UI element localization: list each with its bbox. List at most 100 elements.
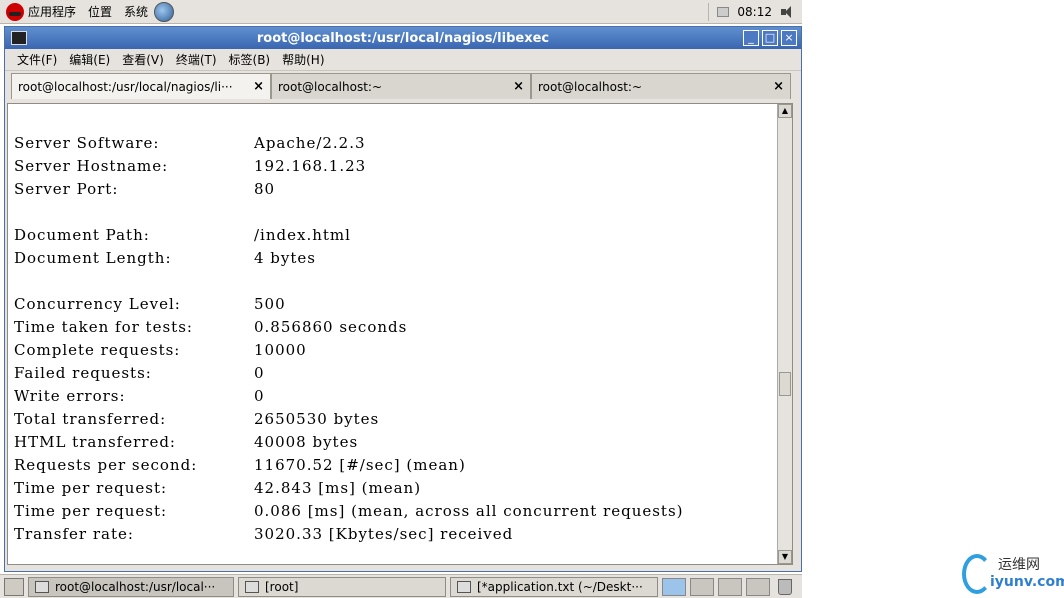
menu-tabs[interactable]: 标签(B) (223, 51, 277, 68)
redhat-icon (6, 2, 24, 21)
watermark-logo: 运维网 iyunv.com (962, 552, 1064, 596)
terminal-value: 4 bytes (254, 249, 316, 267)
terminal-line: Time per request: 42.843 [ms] (mean) (14, 477, 684, 500)
top-panel: 应用程序 位置 系统 08:12 (0, 0, 802, 24)
workspace-4[interactable] (746, 577, 770, 596)
terminal-value: 0 (254, 387, 265, 405)
tab-home-2[interactable]: root@localhost:~ × (531, 73, 791, 99)
taskbar-item-label: [*application.txt (~/Deskt··· (477, 579, 643, 594)
scrollbar-thumb[interactable] (779, 372, 791, 396)
terminal-output[interactable]: Server Software: Apache/2.2.3 Server Hostn… (7, 103, 793, 565)
terminal-line: Document Length: 4 bytes (14, 247, 684, 270)
close-window-button[interactable]: × (781, 30, 797, 46)
tab-label: root@localhost:~ (538, 79, 643, 94)
tray-separator (708, 3, 710, 21)
bottom-panel: root@localhost:/usr/local··· [root] [*ap… (0, 574, 802, 598)
terminal-value: 192.168.1.23 (254, 157, 367, 175)
close-tab-icon[interactable]: × (253, 79, 264, 94)
menu-edit[interactable]: 编辑(E) (63, 51, 116, 68)
terminal-value: 0.086 [ms] (mean, across all concurrent … (254, 502, 684, 520)
terminal-value: 2650530 bytes (254, 410, 380, 428)
show-desktop-button[interactable] (4, 577, 24, 596)
terminal-line: Time per request: 0.086 [ms] (mean, acros… (14, 500, 684, 523)
notification-icon[interactable] (717, 7, 730, 17)
scroll-up-icon[interactable]: ▲ (778, 104, 792, 118)
places-label: 位置 (88, 5, 113, 19)
terminal-value: 3020.33 [Kbytes/sec] received (254, 525, 514, 543)
terminal-key: Failed requests: (14, 364, 152, 382)
folder-icon (245, 580, 259, 593)
terminal-key: Server Hostname: (14, 157, 169, 175)
workspace-2[interactable] (690, 577, 714, 596)
terminal-key: Server Port: (14, 180, 119, 198)
terminal-line: Total transferred: 2650530 bytes (14, 408, 684, 431)
terminal-value: 500 (254, 295, 286, 313)
terminal-icon (35, 580, 49, 593)
menu-terminal[interactable]: 终端(T) (170, 51, 223, 68)
terminal-line: Failed requests: 0 (14, 362, 684, 385)
minimize-button[interactable]: _ (743, 30, 759, 46)
applications-menu[interactable]: 应用程序 (0, 0, 82, 24)
clock[interactable]: 08:12 (737, 5, 772, 19)
menubar: 文件(F) 编辑(E) 查看(V) 终端(T) 标签(B) 帮助(H) (5, 49, 801, 71)
tab-label: root@localhost:~ (278, 79, 383, 94)
terminal-line: Server Software: Apache/2.2.3 (14, 132, 684, 155)
window-title: root@localhost:/usr/local/nagios/libexec (256, 30, 550, 46)
terminal-line: Server Hostname: 192.168.1.23 (14, 155, 684, 178)
terminal-line: Complete requests: 10000 (14, 339, 684, 362)
watermark-cn: 运维网 (998, 557, 1040, 573)
terminal-line: Requests per second: 11670.52 [#/sec] (me… (14, 454, 684, 477)
terminal-value: 10000 (254, 341, 307, 359)
taskbar-item-editor[interactable]: [*application.txt (~/Deskt··· (450, 576, 658, 597)
menu-file[interactable]: 文件(F) (11, 51, 63, 68)
terminal-key: Concurrency Level: (14, 295, 181, 313)
terminal-window: root@localhost:/usr/local/nagios/libexec… (4, 26, 802, 572)
text-editor-icon (457, 580, 471, 593)
close-tab-icon[interactable]: × (773, 79, 784, 94)
taskbar-item-label: root@localhost:/usr/local··· (55, 579, 216, 594)
watermark-arc-icon (962, 554, 992, 594)
terminal-key: Requests per second: (14, 456, 198, 474)
taskbar-item-terminal[interactable]: root@localhost:/usr/local··· (28, 576, 234, 597)
terminal-value: 0.856860 seconds (254, 318, 408, 336)
tab-libexec[interactable]: root@localhost:/usr/local/nagios/li··· × (11, 73, 271, 99)
terminal-value: 80 (254, 180, 276, 198)
terminal-key: Complete requests: (14, 341, 181, 359)
vertical-scrollbar[interactable]: ▲ ▼ (777, 104, 792, 564)
window-titlebar[interactable]: root@localhost:/usr/local/nagios/libexec… (5, 27, 801, 49)
system-tray: 08:12 (708, 0, 802, 24)
places-menu[interactable]: 位置 (82, 0, 118, 24)
terminal-key: Transfer rate: (14, 525, 134, 543)
terminal-value: 0 (254, 364, 265, 382)
terminal-key: Time taken for tests: (14, 318, 193, 336)
tab-home-1[interactable]: root@localhost:~ × (271, 73, 531, 99)
terminal-value: 42.843 [ms] (mean) (254, 479, 422, 497)
menu-view[interactable]: 查看(V) (116, 51, 170, 68)
menu-help[interactable]: 帮助(H) (276, 51, 330, 68)
terminal-key: Write errors: (14, 387, 126, 405)
terminal-key: HTML transferred: (14, 433, 176, 451)
terminal-value: 11670.52 [#/sec] (mean) (254, 456, 466, 474)
terminal-key: Server Software: (14, 134, 160, 152)
close-tab-icon[interactable]: × (513, 79, 524, 94)
workspace-1[interactable] (662, 577, 686, 596)
terminal-text: Server Software: Apache/2.2.3 Server Hostn… (14, 132, 684, 546)
terminal-line: Document Path: /index.html (14, 224, 684, 247)
scroll-down-icon[interactable]: ▼ (778, 550, 792, 564)
terminal-line: Write errors: 0 (14, 385, 684, 408)
terminal-line: Concurrency Level: 500 (14, 293, 684, 316)
taskbar-item-root-folder[interactable]: [root] (238, 576, 446, 597)
workspace-3[interactable] (718, 577, 742, 596)
tab-bar: root@localhost:/usr/local/nagios/li··· ×… (5, 71, 801, 99)
browser-launcher-icon[interactable] (154, 1, 175, 22)
maximize-button[interactable]: □ (762, 30, 778, 46)
system-menu[interactable]: 系统 (118, 0, 180, 24)
trash-icon[interactable] (778, 578, 792, 595)
system-label: 系统 (124, 5, 149, 19)
volume-icon[interactable] (780, 4, 796, 20)
terminal-value: Apache/2.2.3 (254, 134, 366, 152)
applications-label: 应用程序 (28, 5, 77, 19)
terminal-value: 40008 bytes (254, 433, 359, 451)
